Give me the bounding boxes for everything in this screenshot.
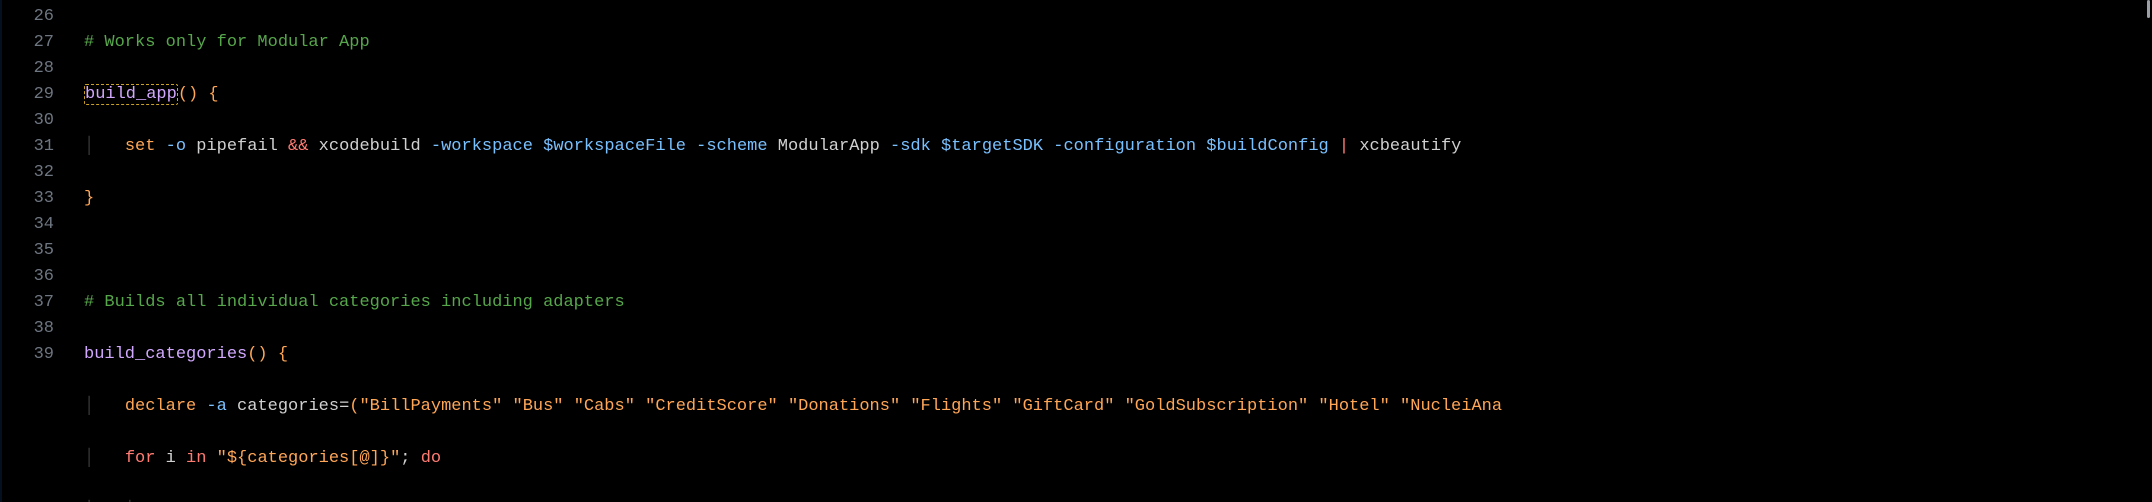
line-number: 36 bbox=[2, 264, 54, 290]
parens: () bbox=[178, 85, 198, 104]
variable: $targetSDK bbox=[941, 137, 1043, 156]
keyword-for: for bbox=[125, 449, 156, 468]
scrollbar-track[interactable] bbox=[2138, 0, 2152, 502]
token: ModularApp bbox=[778, 137, 880, 156]
code-line[interactable]: │ │ echo "\033[1;36m Building: $i \033[0… bbox=[84, 498, 2152, 502]
op-pipe: | bbox=[1329, 137, 1360, 156]
line-number: 28 bbox=[2, 56, 54, 82]
line-number: 27 bbox=[2, 30, 54, 56]
builtin-declare: declare bbox=[125, 397, 196, 416]
variable: $workspaceFile bbox=[543, 137, 686, 156]
line-number: 31 bbox=[2, 134, 54, 160]
brace-open: { bbox=[268, 345, 288, 364]
line-number: 26 bbox=[2, 4, 54, 30]
code-line[interactable]: │ for i in "${categories[@]}"; do bbox=[84, 446, 2152, 472]
function-name: build_app bbox=[85, 85, 177, 104]
op-and: && bbox=[278, 137, 319, 156]
variable-name: categories bbox=[227, 397, 339, 416]
line-number: 32 bbox=[2, 160, 54, 186]
cmd: xcbeautify bbox=[1359, 137, 1461, 156]
expr-string: "${categories[@]}" bbox=[206, 449, 400, 468]
builtin-set: set bbox=[125, 137, 156, 156]
code-line[interactable] bbox=[84, 238, 2152, 264]
indent-guide: │ bbox=[84, 137, 125, 156]
flag: -scheme bbox=[686, 137, 778, 156]
brace-open: { bbox=[198, 85, 218, 104]
flag: -a bbox=[196, 397, 227, 416]
variable: $buildConfig bbox=[1206, 137, 1328, 156]
line-number: 30 bbox=[2, 108, 54, 134]
code-line[interactable]: } bbox=[84, 186, 2152, 212]
equals: = bbox=[339, 397, 349, 416]
flag: -configuration bbox=[1043, 137, 1206, 156]
string-list: "BillPayments" "Bus" "Cabs" "CreditScore… bbox=[359, 397, 1502, 416]
line-number: 38 bbox=[2, 316, 54, 342]
indent-guide: │ bbox=[84, 449, 125, 468]
line-number: 37 bbox=[2, 290, 54, 316]
code-line[interactable]: │ set -o pipefail && xcodebuild -workspa… bbox=[84, 134, 2152, 160]
loop-var: i bbox=[155, 449, 186, 468]
indent-guide: │ bbox=[84, 397, 125, 416]
line-number-gutter: 26 27 28 29 30 31 32 33 34 35 36 37 38 3… bbox=[0, 0, 68, 502]
code-line[interactable]: build_app() { bbox=[84, 82, 2152, 108]
line-number: 35 bbox=[2, 238, 54, 264]
line-number: 29 bbox=[2, 82, 54, 108]
paren-open: ( bbox=[349, 397, 359, 416]
semicolon: ; bbox=[400, 449, 420, 468]
flag: -sdk bbox=[880, 137, 941, 156]
code-line[interactable]: │ declare -a categories=("BillPayments" … bbox=[84, 394, 2152, 420]
cmd: xcodebuild bbox=[319, 137, 421, 156]
parens: () bbox=[247, 345, 267, 364]
token: pipefail bbox=[186, 137, 278, 156]
line-number: 33 bbox=[2, 186, 54, 212]
keyword-in: in bbox=[186, 449, 206, 468]
line-number: 39 bbox=[2, 342, 54, 368]
flag: -o bbox=[155, 137, 186, 156]
comment-text: # Builds all individual categories inclu… bbox=[84, 293, 625, 312]
code-line[interactable]: # Builds all individual categories inclu… bbox=[84, 290, 2152, 316]
comment-text: # Works only for Modular App bbox=[84, 33, 370, 52]
flag: -workspace bbox=[421, 137, 543, 156]
scrollbar-thumb[interactable] bbox=[2147, 0, 2150, 18]
code-line[interactable]: build_categories() { bbox=[84, 342, 2152, 368]
code-line[interactable]: # Works only for Modular App bbox=[84, 30, 2152, 56]
line-number: 34 bbox=[2, 212, 54, 238]
code-editor[interactable]: 26 27 28 29 30 31 32 33 34 35 36 37 38 3… bbox=[0, 0, 2152, 502]
code-area[interactable]: # Works only for Modular App build_app()… bbox=[68, 0, 2152, 502]
keyword-do: do bbox=[421, 449, 441, 468]
brace-close: } bbox=[84, 189, 94, 208]
function-name: build_categories bbox=[84, 345, 247, 364]
